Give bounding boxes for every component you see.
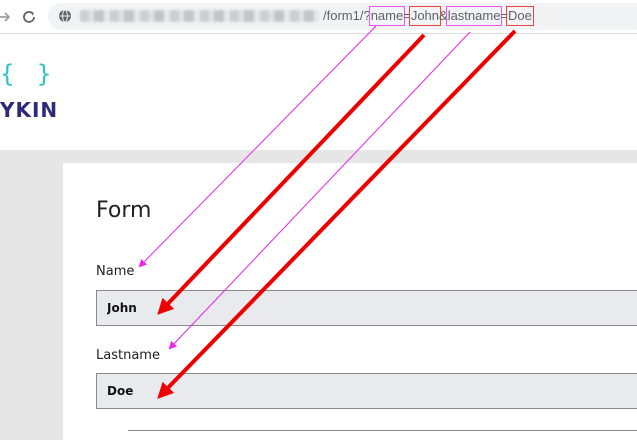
url-path: /form1/? [323, 8, 371, 23]
page: /form1/?name=John&lastname=Doe { } YKIN … [0, 0, 637, 440]
url-ampersand: & [439, 8, 448, 23]
lastname-label: Lastname [96, 348, 160, 363]
lastname-input[interactable] [96, 373, 637, 409]
site-info-icon[interactable] [58, 9, 72, 23]
url-param-key-lastname: lastname [445, 6, 503, 26]
url-equals: = [500, 8, 509, 23]
form-divider [128, 430, 637, 431]
url-host-redacted [80, 10, 320, 22]
forward-arrow-icon[interactable] [0, 8, 14, 26]
url-param-value-john: John [408, 6, 442, 26]
url-param-key-name: name [368, 6, 406, 26]
reload-icon[interactable] [20, 8, 38, 26]
logo-text[interactable]: YKIN [0, 98, 58, 122]
name-label: Name [96, 264, 135, 279]
url-text: /form1/?name=John&lastname=Doe [323, 6, 534, 26]
url-equals: = [403, 8, 411, 23]
form-title: Form [96, 198, 152, 223]
logo-braces: { } [0, 60, 56, 88]
url-param-value-doe: Doe [506, 6, 534, 26]
browser-toolbar: /form1/?name=John&lastname=Doe [0, 0, 637, 34]
site-header [0, 34, 637, 150]
name-input[interactable] [96, 290, 637, 326]
